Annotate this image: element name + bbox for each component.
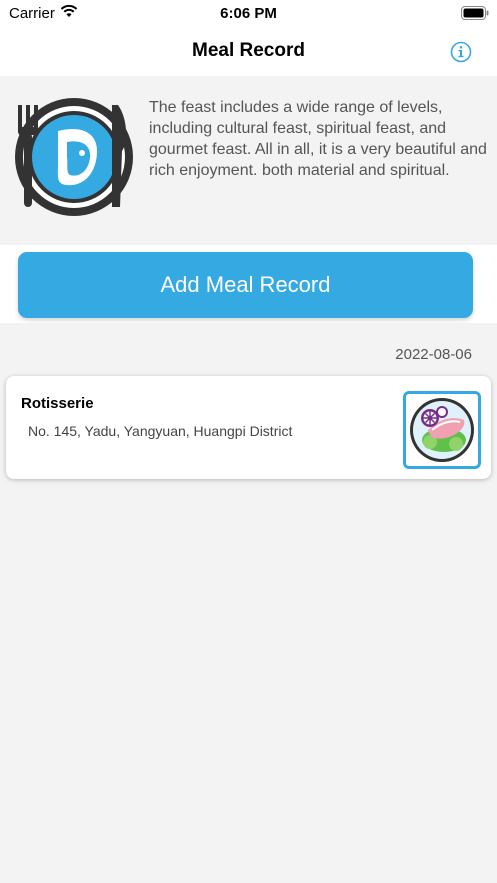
intro-text: The feast includes a wide range of level… xyxy=(149,99,487,179)
add-section: Add Meal Record xyxy=(0,245,497,323)
battery-icon xyxy=(461,6,489,20)
status-time: 6:06 PM xyxy=(220,5,277,22)
navigation-bar: Meal Record xyxy=(0,28,497,76)
add-meal-record-button[interactable]: Add Meal Record xyxy=(18,252,473,318)
record-card[interactable]: Rotisserie No. 145, Yadu, Yangyuan, Huan… xyxy=(6,376,491,479)
info-icon[interactable] xyxy=(449,40,473,64)
plate-icon xyxy=(15,98,133,216)
record-date: 2022-08-06 xyxy=(395,346,472,363)
record-thumbnail xyxy=(403,391,481,469)
record-name: Rotisserie xyxy=(21,395,94,412)
status-bar: Carrier 6:06 PM xyxy=(0,0,497,28)
page-title: Meal Record xyxy=(192,40,305,61)
record-address: No. 145, Yadu, Yangyuan, Huangpi Distric… xyxy=(28,423,293,439)
dish-icon xyxy=(410,398,474,462)
intro-section: The feast includes a wide range of level… xyxy=(0,77,497,245)
